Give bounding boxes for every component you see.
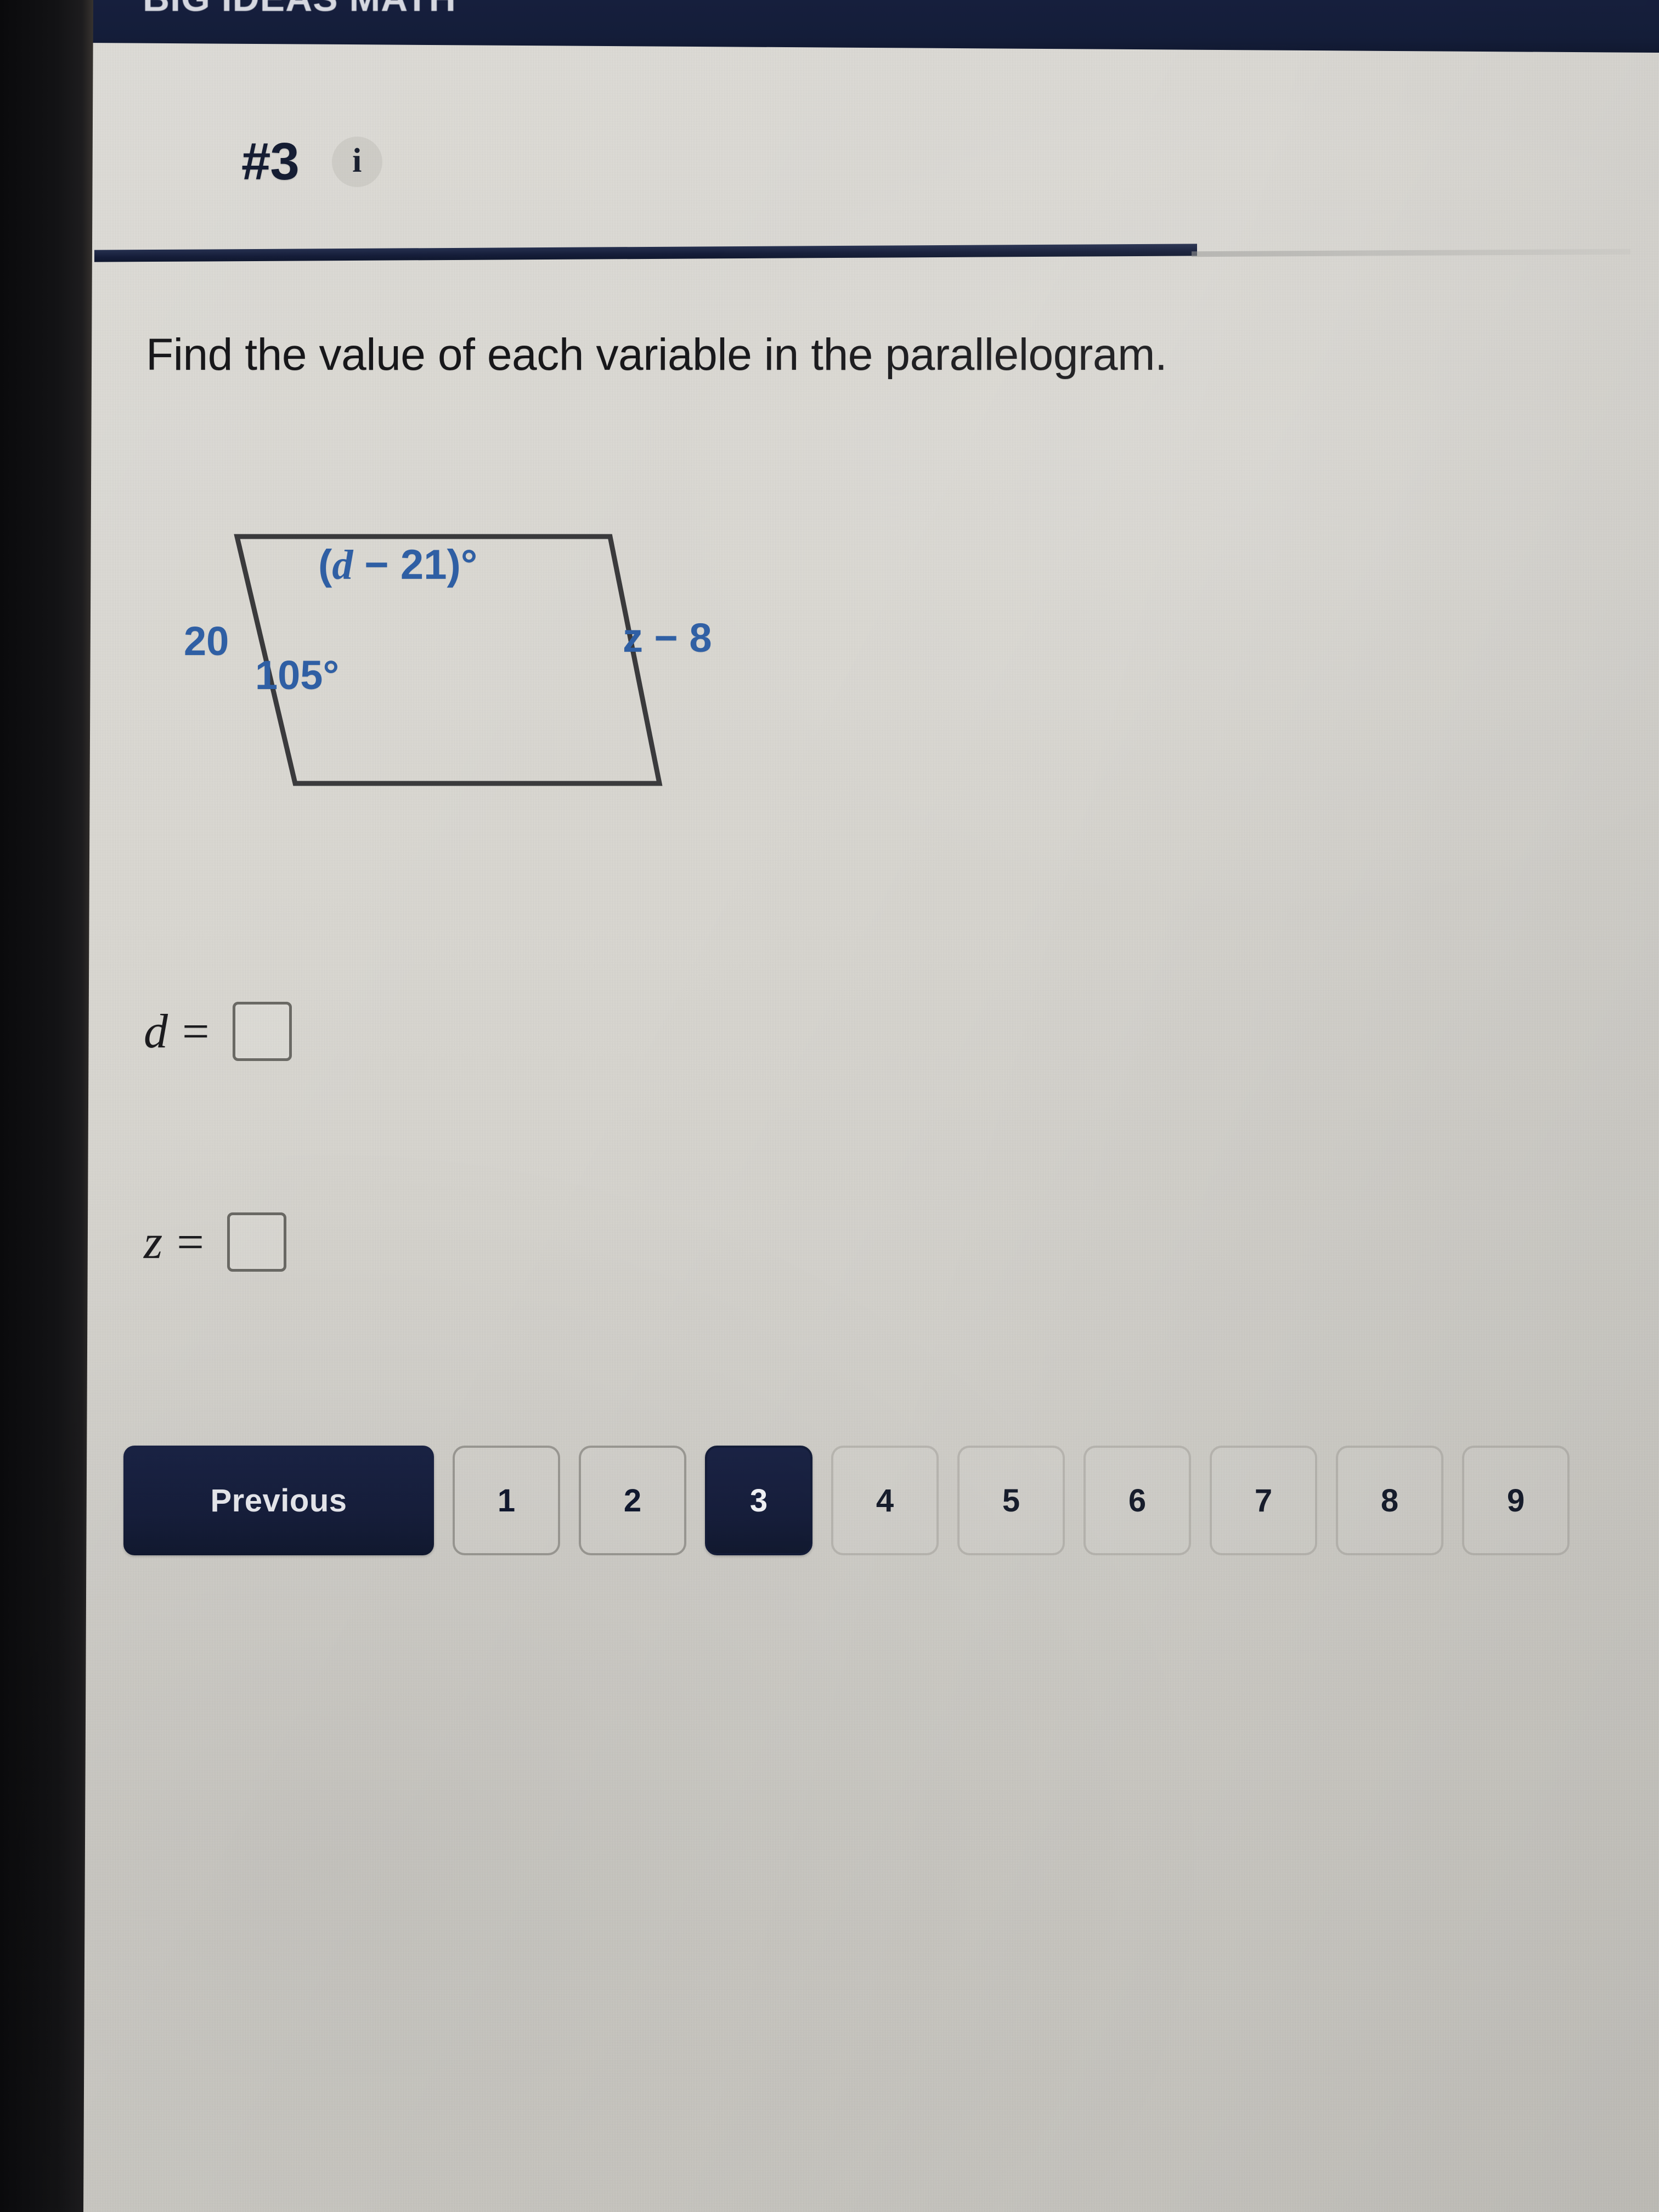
parallelogram-figure: (d − 21)° z − 8 20 105° [137, 510, 905, 817]
page-button-7[interactable]: 7 [1210, 1446, 1317, 1555]
divider-accent [94, 244, 1197, 262]
answer-label-d: d = [144, 1005, 211, 1058]
photographed-screen: BIG IDEAS MATH #3 i Find the value of ea… [0, 0, 1659, 2212]
header-divider [94, 244, 1630, 262]
device-bezel [0, 0, 93, 2212]
figure-label-left-side: 20 [184, 618, 229, 664]
pagination-bar: Previous 1 2 3 4 5 6 7 8 9 [123, 1446, 1570, 1555]
figure-label-bottom-left-angle: 105° [255, 652, 340, 698]
page-button-3[interactable]: 3 [705, 1446, 812, 1555]
page-button-2[interactable]: 2 [579, 1446, 686, 1555]
answer-input-d[interactable] [232, 1002, 292, 1061]
answer-label-z: z = [144, 1215, 205, 1269]
info-icon[interactable]: i [331, 137, 382, 187]
page-button-5[interactable]: 5 [957, 1446, 1065, 1555]
divider-track [1192, 249, 1630, 257]
page-button-8[interactable]: 8 [1336, 1446, 1443, 1555]
page-button-4[interactable]: 4 [831, 1446, 939, 1555]
answer-row-z: z = [144, 1212, 286, 1272]
page-button-6[interactable]: 6 [1084, 1446, 1191, 1555]
question-header: #3 i [241, 132, 382, 192]
app-banner-title: BIG IDEAS MATH [143, 0, 456, 20]
parallelogram-shape [234, 534, 663, 786]
page-title: #3 [241, 132, 300, 191]
figure-label-top-angle: (d − 21)° [318, 541, 478, 588]
figure-label-right-side: z − 8 [623, 615, 712, 661]
page-button-1[interactable]: 1 [453, 1446, 560, 1555]
answer-row-d: d = [144, 1002, 292, 1061]
page-button-9[interactable]: 9 [1462, 1446, 1570, 1555]
previous-button[interactable]: Previous [123, 1446, 434, 1555]
answer-input-z[interactable] [227, 1212, 286, 1272]
question-prompt: Find the value of each variable in the p… [146, 330, 1167, 380]
